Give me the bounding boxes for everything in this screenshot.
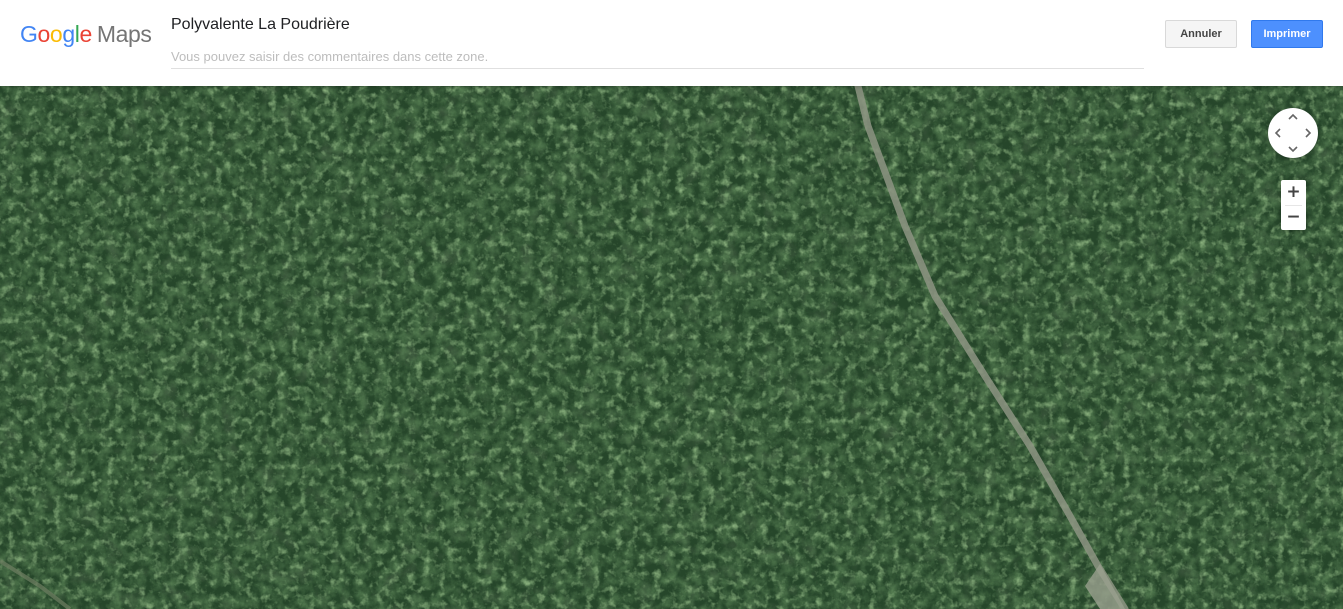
pan-control [1268, 108, 1318, 158]
logo-maps-word: Maps [96, 21, 152, 47]
chevron-down-icon[interactable] [1286, 142, 1300, 156]
satellite-map[interactable]: + − [0, 86, 1343, 609]
chevron-left-icon[interactable] [1271, 126, 1285, 140]
logo-letter: e [79, 21, 92, 47]
print-preview-page: GoogleMaps Polyvalente La Poudrière Annu… [0, 0, 1343, 609]
logo-letter: o [37, 21, 51, 47]
comment-input[interactable] [171, 44, 1144, 69]
forest-highlight-layer [0, 86, 1343, 609]
cancel-button[interactable]: Annuler [1165, 20, 1237, 48]
print-header: GoogleMaps Polyvalente La Poudrière Annu… [0, 0, 1343, 86]
chevron-right-icon[interactable] [1301, 126, 1315, 140]
zoom-in-button[interactable]: + [1281, 180, 1306, 205]
google-maps-logo: Google Maps [20, 20, 152, 48]
chevron-up-icon[interactable] [1286, 110, 1300, 124]
place-title: Polyvalente La Poudrière [171, 16, 350, 33]
satellite-imagery [0, 86, 1343, 609]
logo-letter: g [62, 21, 75, 47]
zoom-control: + − [1281, 180, 1306, 230]
logo-letter: G [20, 21, 38, 47]
zoom-out-button[interactable]: − [1281, 205, 1306, 230]
print-button[interactable]: Imprimer [1251, 20, 1323, 48]
logo-letter: o [49, 21, 63, 47]
